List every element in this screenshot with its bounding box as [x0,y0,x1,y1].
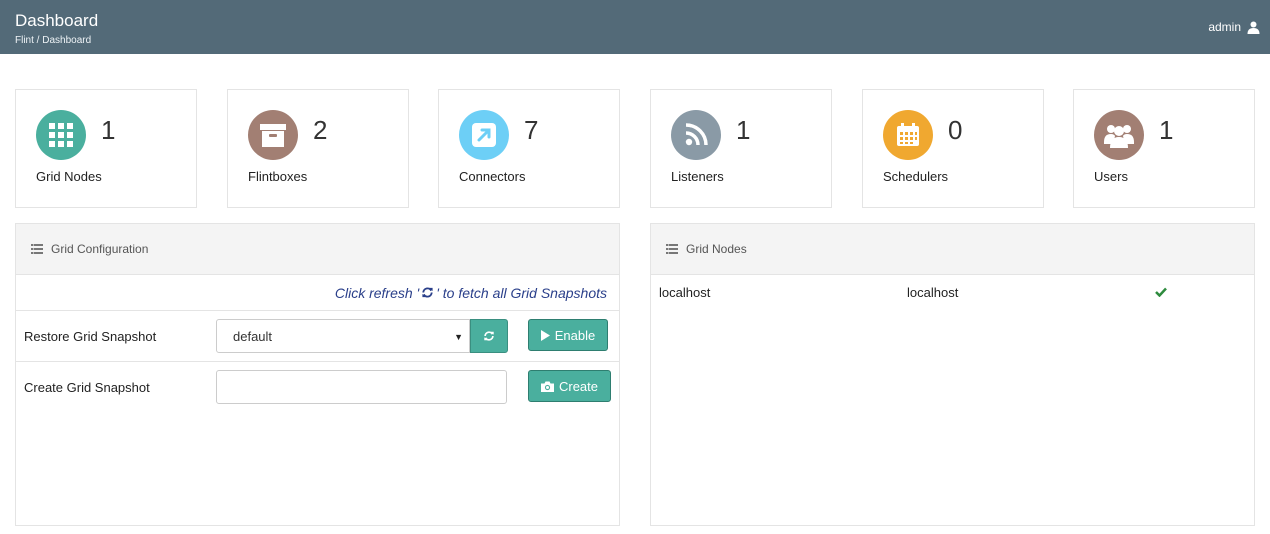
node-name: localhost [659,285,711,300]
page-title: Dashboard [15,11,99,30]
panel-header: Grid Configuration [16,224,619,275]
top-header: Dashboard Flint / Dashboard admin [0,0,1270,54]
restore-snapshot-row: Restore Grid Snapshot default ▼ Enable [16,311,619,362]
create-button[interactable]: Create [528,370,611,402]
panel-title: Grid Configuration [51,242,149,256]
stat-card-schedulers[interactable]: 0 Schedulers [862,89,1044,208]
panel-header: Grid Nodes [651,224,1254,275]
username: admin [1208,20,1241,34]
table-row[interactable]: localhost localhost [651,275,1254,309]
stat-count: 1 [101,115,116,145]
stat-card-grid-nodes[interactable]: 1 Grid Nodes [15,89,197,208]
rss-icon [671,110,721,160]
snapshot-select-value: default [233,328,273,344]
snapshot-name-input[interactable] [216,370,507,404]
create-snapshot-label: Create Grid Snapshot [24,380,150,395]
stat-label: Listeners [671,169,724,184]
breadcrumb[interactable]: Flint / Dashboard [15,35,91,46]
enable-button-label: Enable [554,327,596,343]
stat-card-users[interactable]: 1 Users [1073,89,1255,208]
grid-configuration-panel: Grid Configuration Click refresh ' ' to … [15,223,620,526]
archive-box-icon [248,110,298,160]
stat-card-flintboxes[interactable]: 2 Flintboxes [227,89,409,208]
grid-nodes-table: localhost localhost [651,275,1254,309]
caret-down-icon: ▼ [454,332,463,342]
refresh-icon [484,331,494,341]
grid-icon [36,110,86,160]
stat-count: 2 [313,115,328,145]
create-snapshot-row: Create Grid Snapshot Create [16,362,619,413]
users-icon [1094,110,1144,160]
panel-title: Grid Nodes [686,242,747,256]
stat-label: Flintboxes [248,169,308,184]
stat-count: 1 [1159,115,1174,145]
check-icon [1155,285,1167,300]
list-icon [666,244,678,254]
stat-count: 1 [736,115,751,145]
stat-label: Grid Nodes [36,169,102,184]
camera-icon [540,381,554,392]
stat-label: Schedulers [883,169,949,184]
external-link-icon [459,110,509,160]
refresh-hint: Click refresh ' ' to fetch all Grid Snap… [16,275,619,311]
refresh-snapshots-button[interactable] [470,319,508,353]
snapshot-select[interactable]: default ▼ [216,319,470,353]
calendar-icon [883,110,933,160]
enable-button[interactable]: Enable [528,319,608,351]
stat-card-connectors[interactable]: 7 Connectors [438,89,620,208]
user-icon [1247,21,1260,34]
stat-count: 7 [524,115,539,145]
stat-count: 0 [948,115,963,145]
hint-text-before: Click refresh ' [334,284,420,301]
stat-label: Connectors [459,169,526,184]
grid-nodes-panel: Grid Nodes localhost localhost [650,223,1255,526]
list-icon [31,244,43,254]
refresh-icon [422,287,433,298]
stat-label: Users [1094,169,1128,184]
create-button-label: Create [558,378,599,394]
user-menu[interactable]: admin [1208,20,1260,34]
hint-text-after: ' to fetch all Grid Snapshots [436,284,607,301]
play-icon [540,329,550,341]
node-host: localhost [907,285,959,300]
restore-snapshot-label: Restore Grid Snapshot [24,329,157,344]
stat-card-listeners[interactable]: 1 Listeners [650,89,832,208]
